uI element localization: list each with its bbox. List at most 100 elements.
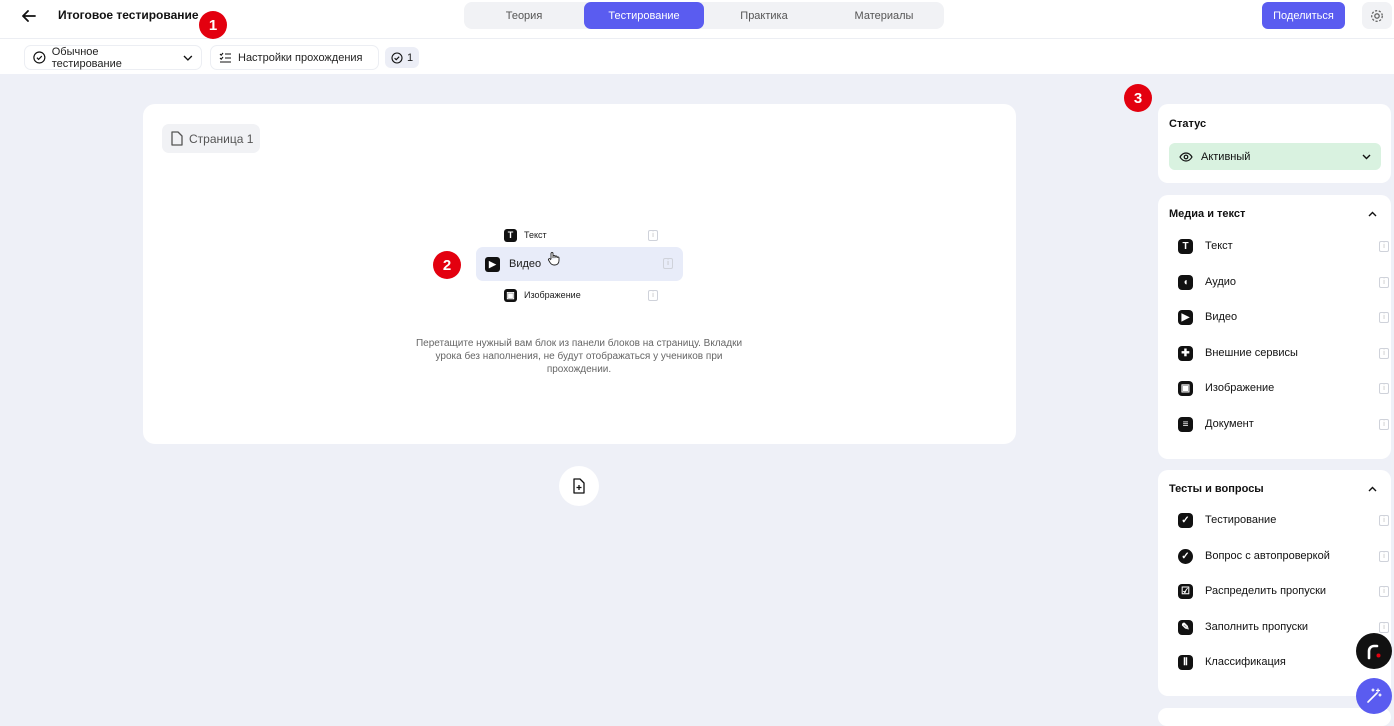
- info-icon: i: [1379, 551, 1389, 562]
- block-image[interactable]: ▣ Изображение i: [1178, 377, 1389, 399]
- testing-mode-dropdown[interactable]: Обычное тестирование: [24, 45, 202, 70]
- completion-counter[interactable]: 1: [385, 47, 419, 68]
- status-panel: Статус Активный: [1158, 104, 1391, 183]
- info-icon: i: [1379, 312, 1389, 323]
- marker-1: 1: [199, 11, 227, 39]
- status-title: Статус: [1169, 118, 1207, 130]
- text-icon: T: [504, 228, 517, 242]
- pencil-icon: ✎: [1178, 619, 1193, 635]
- columns-icon: Ⅱ: [1178, 654, 1193, 670]
- play-icon: ▶: [485, 256, 500, 272]
- block-label: Внешние сервисы: [1205, 347, 1298, 359]
- check-circle-icon: [391, 51, 403, 64]
- check-badge-icon: ✓: [1178, 548, 1193, 564]
- support-chat-button[interactable]: [1356, 633, 1392, 669]
- block-label: Изображение: [1205, 382, 1275, 394]
- completion-count: 1: [406, 51, 414, 64]
- block-classification[interactable]: Ⅱ Классификация: [1178, 651, 1378, 673]
- drag-item-label: Видео: [509, 258, 542, 270]
- info-icon: i: [663, 258, 673, 269]
- collapse-button[interactable]: [1365, 207, 1379, 221]
- checkbox-icon: ☑: [1178, 583, 1193, 599]
- info-icon: i: [1379, 586, 1389, 597]
- lesson-page-canvas: Страница 1 T Текст i ▶ Видео i ▣ Изображ…: [143, 104, 1016, 444]
- pass-settings-label: Настройки прохождения: [238, 51, 363, 64]
- drop-hint: Перетащите нужный вам блок из панели бло…: [415, 338, 743, 375]
- block-label: Видео: [1205, 311, 1238, 323]
- add-page-button[interactable]: [559, 466, 599, 506]
- settings-button[interactable]: [1362, 2, 1392, 29]
- block-fill-gaps[interactable]: ✎ Заполнить пропуски i: [1178, 616, 1389, 638]
- tab-testing[interactable]: Тестирование: [584, 2, 704, 29]
- tab-practice[interactable]: Практика: [704, 2, 824, 29]
- media-panel-title: Медиа и текст: [1169, 208, 1246, 220]
- info-icon: i: [1379, 277, 1389, 288]
- check-circle-icon: [33, 51, 46, 64]
- block-distribute-gaps[interactable]: ☑ Распределить пропуски i: [1178, 580, 1389, 602]
- block-audio[interactable]: ◖ Аудио i: [1178, 271, 1389, 293]
- drag-item-video[interactable]: ▶ Видео i: [476, 247, 683, 281]
- page-chip[interactable]: Страница 1: [162, 124, 260, 153]
- block-label: Документ: [1205, 418, 1254, 430]
- info-icon: i: [648, 290, 658, 301]
- document-icon: ≡: [1178, 416, 1193, 432]
- info-icon: i: [1379, 383, 1389, 394]
- block-testing[interactable]: ✓ Тестирование i: [1178, 509, 1389, 531]
- quiz-icon: ✓: [1178, 512, 1193, 528]
- media-blocks-panel: Медиа и текст T Текст i ◖ Аудио i ▶ Виде…: [1158, 195, 1391, 459]
- block-text[interactable]: T Текст i: [1178, 235, 1389, 257]
- hand-cursor-icon: [548, 252, 560, 266]
- block-video[interactable]: ▶ Видео i: [1178, 306, 1389, 328]
- info-icon: i: [648, 230, 658, 241]
- drag-item-label: Изображение: [524, 290, 581, 300]
- chevron-up-icon: [1368, 486, 1376, 492]
- info-icon: i: [1379, 419, 1389, 430]
- section-tabs: Теория Тестирование Практика Материалы: [464, 2, 944, 29]
- magic-wand-icon: [1367, 688, 1382, 703]
- block-external-services[interactable]: ✚ Внешние сервисы i: [1178, 342, 1389, 364]
- status-dropdown[interactable]: Активный: [1169, 143, 1381, 170]
- image-icon: ▣: [504, 288, 517, 302]
- chevron-down-icon: [183, 55, 193, 61]
- marker-3: 3: [1124, 84, 1152, 112]
- page-title: Итоговое тестирование: [58, 8, 199, 22]
- block-auto-check-question[interactable]: ✓ Вопрос с автопроверкой i: [1178, 545, 1389, 567]
- test-blocks-panel: Тесты и вопросы ✓ Тестирование i ✓ Вопро…: [1158, 470, 1391, 696]
- block-document[interactable]: ≡ Документ i: [1178, 413, 1389, 435]
- tab-materials[interactable]: Материалы: [824, 2, 944, 29]
- share-button[interactable]: Поделиться: [1262, 2, 1345, 29]
- microphone-icon: ◖: [1178, 274, 1193, 290]
- block-label: Текст: [1205, 240, 1233, 252]
- checklist-icon: [219, 52, 231, 63]
- info-icon: i: [1379, 241, 1389, 252]
- chevron-up-icon: [1368, 211, 1376, 217]
- page-icon: [171, 131, 183, 146]
- image-icon: ▣: [1178, 380, 1193, 396]
- puzzle-icon: ✚: [1178, 345, 1193, 361]
- marker-2: 2: [433, 251, 461, 279]
- eye-icon: [1179, 151, 1193, 162]
- block-label: Вопрос с автопроверкой: [1205, 550, 1330, 562]
- chat-logo-icon: [1367, 644, 1381, 660]
- page-chip-label: Страница 1: [189, 131, 254, 146]
- next-blocks-panel: [1158, 708, 1391, 726]
- drag-item-text[interactable]: T Текст i: [504, 225, 664, 245]
- block-label: Заполнить пропуски: [1205, 621, 1309, 633]
- tab-theory[interactable]: Теория: [464, 2, 584, 29]
- ai-assistant-button[interactable]: [1356, 678, 1392, 714]
- collapse-button[interactable]: [1365, 482, 1379, 496]
- lesson-toolbar: Обычное тестирование Настройки прохожден…: [0, 38, 1394, 74]
- play-icon: ▶: [1178, 309, 1193, 325]
- block-label: Распределить пропуски: [1205, 585, 1327, 597]
- tests-panel-title: Тесты и вопросы: [1169, 483, 1264, 495]
- add-page-icon: [573, 478, 585, 494]
- arrow-left-icon: [22, 10, 36, 22]
- back-button[interactable]: [12, 2, 46, 30]
- chevron-down-icon: [1362, 154, 1371, 159]
- testing-mode-label: Обычное тестирование: [51, 45, 122, 70]
- info-icon: i: [1379, 515, 1389, 526]
- info-icon: i: [1379, 622, 1389, 633]
- pass-settings-button[interactable]: Настройки прохождения: [210, 45, 379, 70]
- drag-item-image[interactable]: ▣ Изображение i: [504, 285, 664, 305]
- drag-item-label: Текст: [524, 230, 547, 240]
